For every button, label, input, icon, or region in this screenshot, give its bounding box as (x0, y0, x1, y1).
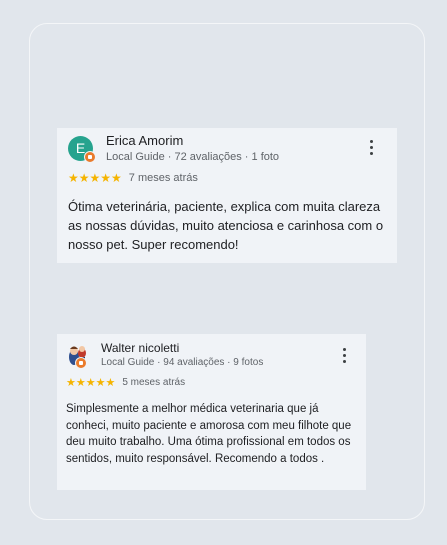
review-text: Ótima veterinária, paciente, explica com… (68, 199, 384, 252)
review-text: Simplesmente a melhor médica veterinaria… (66, 403, 352, 465)
local-guide-badge-icon (84, 151, 96, 163)
local-guide-badge-icon (75, 357, 87, 369)
review-card: E Erica Amorim Local Guide · 72 avaliaçõ… (57, 128, 397, 263)
reviewer-meta: Local Guide · 94 avaliações · 9 fotos (101, 357, 264, 368)
review-card: Walter nicoletti Local Guide · 94 avalia… (57, 334, 366, 490)
star-rating: ★★★★★ (68, 171, 122, 185)
more-options-icon[interactable] (370, 140, 374, 155)
reviewer-meta: Local Guide · 72 avaliações · 1 foto (106, 151, 280, 163)
rating-row: ★★★★★ 5 meses atrás (66, 376, 185, 389)
star-rating: ★★★★★ (66, 377, 116, 389)
rating-row: ★★★★★ 7 meses atrás (68, 171, 198, 185)
reviewer-name[interactable]: Walter nicoletti (101, 341, 179, 355)
review-date: 7 meses atrás (128, 172, 198, 184)
review-date: 5 meses atrás (122, 377, 186, 388)
more-options-icon[interactable] (343, 348, 347, 363)
reviewer-name[interactable]: Erica Amorim (106, 133, 183, 148)
